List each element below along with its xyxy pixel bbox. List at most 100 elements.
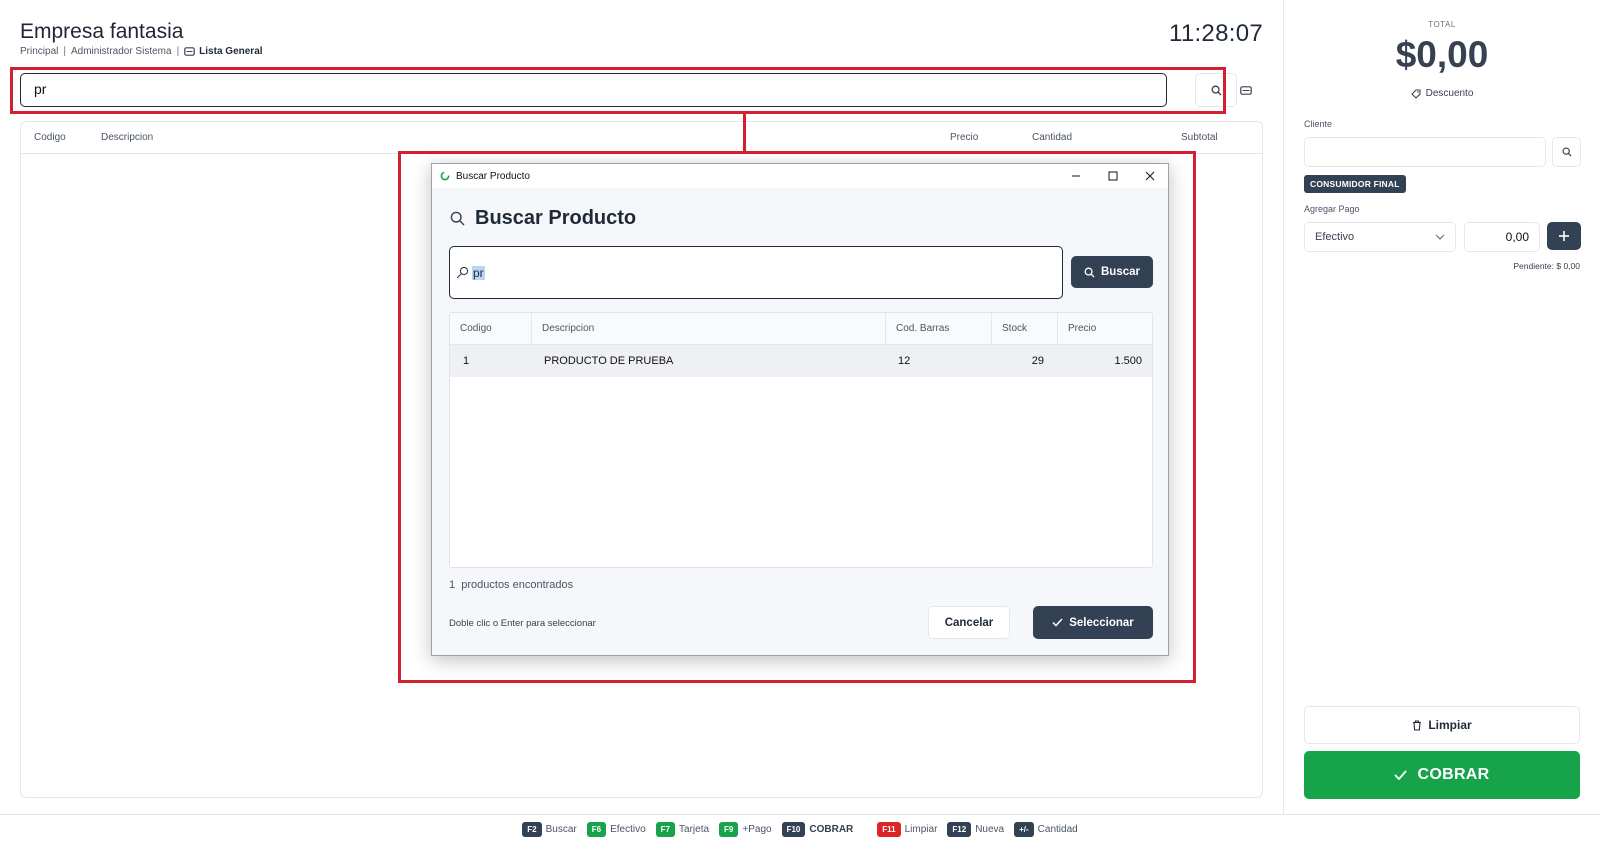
- checkout-panel: TOTAL $0,00 Descuento Cliente CONSUMIDOR…: [1283, 0, 1600, 814]
- scanner-icon: [1240, 85, 1252, 95]
- barcode-scan-icon[interactable]: [1238, 83, 1254, 97]
- col-precio[interactable]: Precio: [1058, 313, 1154, 345]
- clock: 11:28:07: [1168, 20, 1263, 47]
- col-stock[interactable]: Stock: [992, 313, 1058, 345]
- highlight-connector: [743, 113, 746, 153]
- shortcut-label: Efectivo: [610, 824, 646, 835]
- col-subtotal: Subtotal: [1181, 132, 1218, 143]
- shortcut-key: +/-: [1014, 822, 1034, 837]
- close-icon: [1145, 171, 1154, 181]
- payment-method-value: Efectivo: [1315, 231, 1355, 243]
- shortcut-label: COBRAR: [809, 824, 854, 835]
- dialog-heading: Buscar Producto: [475, 207, 637, 229]
- dialog-search-button[interactable]: Buscar: [1071, 256, 1153, 288]
- results-count: 1 productos encontrados: [449, 579, 573, 591]
- close-button[interactable]: [1131, 164, 1168, 188]
- chevron-down-icon: [1435, 234, 1445, 240]
- client-badge: CONSUMIDOR FINAL: [1304, 175, 1406, 193]
- results-grid: Codigo Descripcion Cod. Barras Stock Pre…: [449, 312, 1153, 568]
- dialog-titlebar[interactable]: Buscar Producto: [432, 164, 1168, 188]
- col-descripcion: Descripcion: [101, 132, 154, 143]
- session-info: Principal | Administrador Sistema | List…: [20, 46, 263, 57]
- shortcut-key: F9: [719, 822, 739, 837]
- separator: |: [63, 46, 66, 57]
- col-descripcion[interactable]: Descripcion: [532, 313, 886, 345]
- shortcut-f11[interactable]: F11 Limpiar: [877, 822, 937, 837]
- select-button-label: Seleccionar: [1069, 616, 1134, 629]
- magnifier-icon: [456, 266, 469, 279]
- shortcut-f6[interactable]: F6 Efectivo: [586, 822, 646, 837]
- minimize-button[interactable]: [1057, 164, 1094, 188]
- charge-button[interactable]: COBRAR: [1304, 751, 1580, 799]
- shortcuts-bar: F2 Buscar F6 Efectivo F7 Tarjeta F9 +Pag…: [0, 814, 1600, 844]
- maximize-icon: [1108, 171, 1117, 181]
- dialog-search-value: pr: [472, 265, 485, 280]
- total-label: TOTAL: [1428, 20, 1456, 29]
- cell-codigo: 1: [463, 355, 470, 367]
- product-search-button[interactable]: [1195, 73, 1237, 107]
- shortcut-f9[interactable]: F9 +Pago: [719, 822, 772, 837]
- cell-cod-barras: 12: [898, 355, 911, 367]
- shortcut-f12[interactable]: F12 Nueva: [947, 822, 1004, 837]
- shortcut-label: Tarjeta: [679, 824, 710, 835]
- shortcut-label: Limpiar: [904, 824, 938, 835]
- col-precio: Precio: [950, 132, 979, 143]
- company-title: Empresa fantasia: [20, 20, 184, 43]
- tag-icon: [1410, 88, 1421, 99]
- shortcut-key: F11: [877, 822, 901, 837]
- product-search-input[interactable]: pr: [20, 73, 1167, 107]
- add-payment-label: Agregar Pago: [1304, 204, 1360, 214]
- shortcut-f10[interactable]: F10 COBRAR: [781, 822, 854, 837]
- col-cod-barras[interactable]: Cod. Barras: [886, 313, 992, 345]
- col-codigo[interactable]: Codigo: [450, 313, 532, 345]
- price-list[interactable]: Lista General: [184, 46, 263, 57]
- client-search-button[interactable]: [1552, 137, 1581, 167]
- col-codigo: Codigo: [34, 132, 66, 143]
- total-value: $0,00: [1395, 34, 1489, 75]
- trash-icon: [1413, 719, 1422, 731]
- shortcut-key: F12: [947, 822, 972, 837]
- window-controls: [1057, 164, 1168, 188]
- cell-stock: 29: [1031, 355, 1044, 367]
- payment-amount-input[interactable]: 0,00: [1464, 222, 1540, 252]
- results-count-value: 1: [449, 579, 456, 591]
- select-button[interactable]: Seleccionar: [1033, 606, 1153, 639]
- shortcut-label: +Pago: [742, 824, 772, 835]
- search-icon: [1561, 147, 1572, 157]
- search-icon: [1211, 85, 1221, 95]
- shortcut-label: Buscar: [545, 824, 577, 835]
- discount-button[interactable]: Descuento: [1284, 88, 1600, 99]
- minimize-icon: [1071, 175, 1080, 177]
- selection-hint: Doble clic o Enter para seleccionar: [449, 618, 596, 629]
- branch-label: Principal: [20, 46, 59, 57]
- add-payment-button[interactable]: [1547, 222, 1581, 250]
- maximize-button[interactable]: [1094, 164, 1131, 188]
- dialog-header: Buscar Producto: [450, 207, 636, 230]
- shortcut-f2[interactable]: F2 Buscar: [522, 822, 577, 837]
- discount-label: Descuento: [1425, 88, 1474, 99]
- results-grid-header: Codigo Descripcion Cod. Barras Stock Pre…: [450, 313, 1152, 345]
- charge-label: COBRAR: [1417, 766, 1490, 783]
- client-input[interactable]: [1304, 137, 1546, 167]
- product-search-dialog: Buscar Producto Buscar Producto pr Busca…: [431, 163, 1169, 656]
- price-list-label: Lista General: [199, 46, 263, 57]
- plus-icon: [1559, 231, 1569, 241]
- cancel-button[interactable]: Cancelar: [928, 606, 1010, 639]
- pending-amount: Pendiente: $ 0,00: [1513, 261, 1580, 271]
- shortcut-f7[interactable]: F7 Tarjeta: [655, 822, 710, 837]
- app-icon: [440, 171, 450, 181]
- cart-table-header: Codigo Descripcion Precio Cantidad Subto…: [21, 122, 1262, 154]
- shortcut-key: F6: [586, 822, 607, 837]
- client-label: Cliente: [1304, 119, 1333, 129]
- shortcut-quantity[interactable]: +/- Cantidad: [1014, 822, 1078, 837]
- shortcut-label: Cantidad: [1037, 824, 1078, 835]
- check-icon: [1052, 618, 1063, 627]
- dialog-search-button-label: Buscar: [1101, 266, 1140, 278]
- payment-method-select[interactable]: Efectivo: [1304, 222, 1456, 252]
- dialog-window-title: Buscar Producto: [456, 170, 530, 182]
- separator: |: [176, 46, 180, 57]
- table-row[interactable]: 1 PRODUCTO DE PRUEBA 12 29 1.500: [450, 345, 1152, 377]
- dialog-search-input[interactable]: pr: [449, 246, 1063, 299]
- clear-button[interactable]: Limpiar: [1304, 706, 1580, 744]
- shortcut-key: F10: [781, 822, 806, 837]
